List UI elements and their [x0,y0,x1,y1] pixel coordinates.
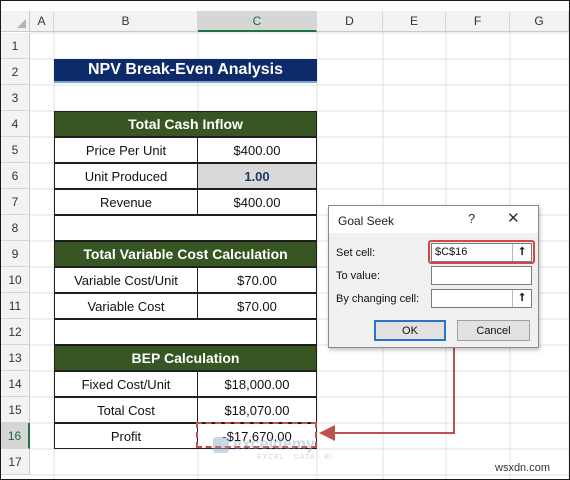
dialog-title-bar[interactable]: Goal Seek ? ✕ [329,206,538,233]
changing-cell-input[interactable]: ⭡ [431,289,532,308]
source-footer: wsxdn.com [495,462,551,474]
cancel-button[interactable]: Cancel [457,320,530,341]
changing-cell-label: By changing cell: [336,293,420,305]
to-value-label: To value: [336,270,381,282]
close-icon[interactable]: ✕ [507,209,520,227]
goal-seek-dialog: Goal Seek ? ✕ Set cell: $C$16 ⭡ To value… [328,205,539,348]
help-icon[interactable]: ? [468,211,475,226]
ok-button[interactable]: OK [374,320,446,341]
set-cell-highlight [428,240,535,264]
set-cell-label: Set cell: [336,247,376,259]
excel-window: ABCDEFG 1 2 3 4 5 6 7 8 9 10 11 12 13 14 15 16 17 NPV Br… [0,0,570,480]
dialog-title: Goal Seek [338,214,395,228]
changing-cell-ref-button[interactable]: ⭡ [512,290,531,307]
to-value-input[interactable] [431,266,532,285]
